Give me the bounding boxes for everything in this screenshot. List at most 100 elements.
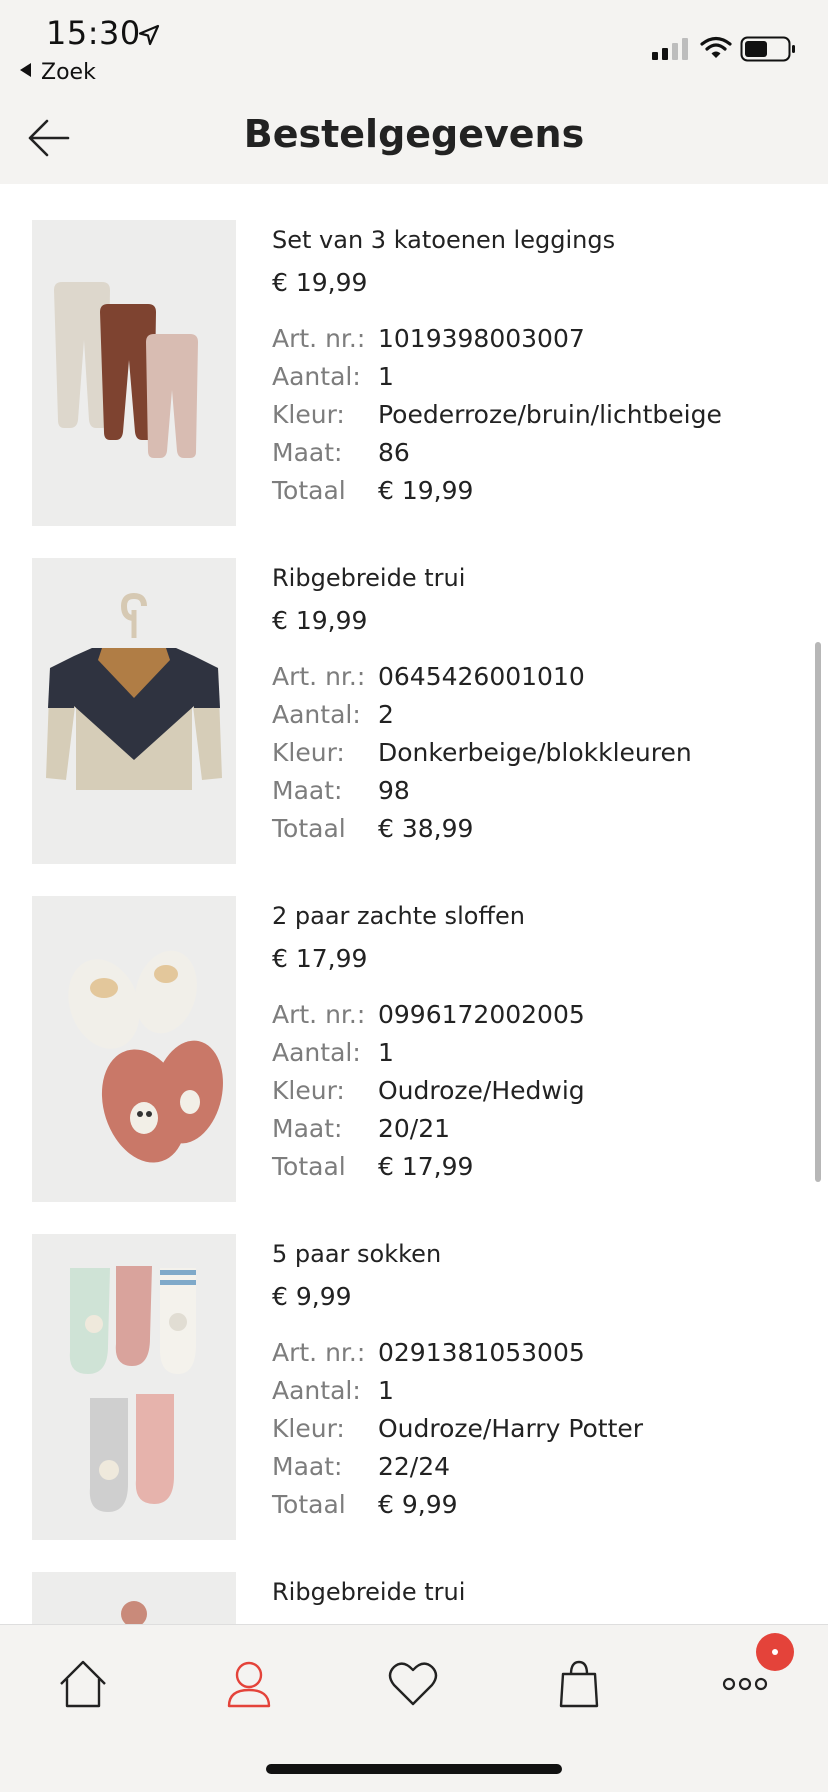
spec-label: Totaal bbox=[272, 814, 346, 843]
spec-color: Kleur: Donkerbeige/blokkleuren bbox=[272, 738, 692, 776]
spec-label: Maat: bbox=[272, 776, 343, 805]
account-icon bbox=[227, 1661, 271, 1708]
badge-dot-icon bbox=[772, 1649, 778, 1655]
spec-value: Poederroze/bruin/lichtbeige bbox=[378, 400, 722, 429]
spec-label: Maat: bbox=[272, 1114, 343, 1143]
spec-quantity: Aantal: 2 bbox=[272, 700, 692, 738]
spec-color: Kleur: Poederroze/bruin/lichtbeige bbox=[272, 400, 722, 438]
product-name[interactable]: 5 paar sokken bbox=[272, 1240, 441, 1268]
spec-value: Oudroze/Hedwig bbox=[378, 1076, 585, 1105]
spec-article-number: Art. nr.: 1019398003007 bbox=[272, 324, 722, 362]
shopping-bag-icon bbox=[559, 1660, 599, 1708]
spec-article-number: Art. nr.: 0996172002005 bbox=[272, 1000, 585, 1038]
heart-icon bbox=[388, 1662, 438, 1706]
location-arrow-icon bbox=[138, 24, 160, 46]
spec-size: Maat: 98 bbox=[272, 776, 692, 814]
product-image-socks[interactable] bbox=[32, 1234, 236, 1540]
spec-value: 0291381053005 bbox=[378, 1338, 585, 1367]
spec-value: € 38,99 bbox=[378, 814, 474, 843]
product-specs: Art. nr.: 0645426001010 Aantal: 2 Kleur: Do… bbox=[272, 662, 692, 852]
spec-total: Totaal € 17,99 bbox=[272, 1152, 585, 1190]
product-price: € 17,99 bbox=[272, 944, 368, 973]
tab-favourites[interactable] bbox=[378, 1649, 448, 1719]
order-item: Ribgebreide trui € 19,99 Art. nr.: 064542… bbox=[32, 558, 802, 864]
spec-article-number: Art. nr.: 0291381053005 bbox=[272, 1338, 643, 1376]
spec-total: Totaal € 38,99 bbox=[272, 814, 692, 852]
spec-quantity: Aantal: 1 bbox=[272, 1376, 643, 1414]
spec-size: Maat: 22/24 bbox=[272, 1452, 643, 1490]
spec-value: Donkerbeige/blokkleuren bbox=[378, 738, 692, 767]
spec-color: Kleur: Oudroze/Harry Potter bbox=[272, 1414, 643, 1452]
spec-value: 0645426001010 bbox=[378, 662, 585, 691]
product-price: € 19,99 bbox=[272, 606, 368, 635]
spec-article-number: Art. nr.: 0645426001010 bbox=[272, 662, 692, 700]
spec-value: € 19,99 bbox=[378, 476, 474, 505]
cellular-signal-icon bbox=[652, 38, 688, 60]
spec-value: 1019398003007 bbox=[378, 324, 585, 353]
tab-home[interactable] bbox=[48, 1649, 118, 1719]
status-time: 15:30 bbox=[46, 14, 141, 52]
spec-value: 2 bbox=[378, 700, 394, 729]
spec-value: 22/24 bbox=[378, 1452, 451, 1481]
spec-label: Aantal: bbox=[272, 1038, 361, 1067]
tab-shopping-bag[interactable] bbox=[544, 1649, 614, 1719]
spec-color: Kleur: Oudroze/Hedwig bbox=[272, 1076, 585, 1114]
back-to-app-label: Zoek bbox=[41, 60, 96, 85]
spec-label: Kleur: bbox=[272, 1076, 345, 1105]
notification-badge bbox=[756, 1633, 794, 1671]
spec-size: Maat: 20/21 bbox=[272, 1114, 585, 1152]
spec-value: 1 bbox=[378, 362, 394, 391]
spec-label: Kleur: bbox=[272, 400, 345, 429]
product-specs: Art. nr.: 0291381053005 Aantal: 1 Kleur: Ou… bbox=[272, 1338, 643, 1528]
spec-value: € 17,99 bbox=[378, 1152, 474, 1181]
product-price: € 19,99 bbox=[272, 268, 368, 297]
spec-value: 1 bbox=[378, 1376, 394, 1405]
spec-value: Oudroze/Harry Potter bbox=[378, 1414, 644, 1443]
spec-size: Maat: 86 bbox=[272, 438, 722, 476]
battery-icon bbox=[740, 36, 795, 62]
product-name[interactable]: Ribgebreide trui bbox=[272, 1578, 465, 1606]
top-bar: 15:30 Zoek Bestelgegevens bbox=[0, 0, 828, 184]
spec-label: Totaal bbox=[272, 1152, 346, 1181]
home-icon bbox=[60, 1660, 106, 1708]
home-indicator bbox=[266, 1764, 562, 1774]
product-name[interactable]: Set van 3 katoenen leggings bbox=[272, 226, 615, 254]
spec-label: Aantal: bbox=[272, 362, 361, 391]
spec-label: Maat: bbox=[272, 438, 343, 467]
spec-label: Aantal: bbox=[272, 700, 361, 729]
order-item: 5 paar sokken € 9,99 Art. nr.: 0291381053… bbox=[32, 1234, 802, 1540]
spec-value: 20/21 bbox=[378, 1114, 451, 1143]
product-image-sweater[interactable] bbox=[32, 558, 236, 864]
product-name[interactable]: 2 paar zachte sloffen bbox=[272, 902, 525, 930]
spec-label: Art. nr.: bbox=[272, 662, 366, 691]
product-price: € 9,99 bbox=[272, 1282, 352, 1311]
product-specs: Art. nr.: 1019398003007 Aantal: 1 Kleur: Po… bbox=[272, 324, 722, 514]
spec-total: Totaal € 19,99 bbox=[272, 476, 722, 514]
spec-total: Totaal € 9,99 bbox=[272, 1490, 643, 1528]
product-specs: Art. nr.: 0996172002005 Aantal: 1 Kleur: Ou… bbox=[272, 1000, 585, 1190]
spec-label: Art. nr.: bbox=[272, 1000, 366, 1029]
product-image-leggings[interactable] bbox=[32, 220, 236, 526]
spec-quantity: Aantal: 1 bbox=[272, 362, 722, 400]
spec-value: 86 bbox=[378, 438, 410, 467]
spec-value: 98 bbox=[378, 776, 410, 805]
page-title: Bestelgegevens bbox=[243, 112, 585, 156]
order-item: 2 paar zachte sloffen € 17,99 Art. nr.: 0… bbox=[32, 896, 802, 1202]
order-item: Set van 3 katoenen leggings € 19,99 Art.… bbox=[32, 220, 802, 526]
spec-quantity: Aantal: 1 bbox=[272, 1038, 585, 1076]
back-triangle-icon bbox=[20, 63, 31, 77]
product-image-slippers[interactable] bbox=[32, 896, 236, 1202]
wifi-icon bbox=[700, 36, 732, 58]
tab-account[interactable] bbox=[214, 1649, 284, 1719]
scrollbar[interactable] bbox=[815, 642, 821, 1182]
back-to-app-link[interactable]: Zoek bbox=[20, 60, 96, 85]
spec-value: € 9,99 bbox=[378, 1490, 458, 1519]
spec-label: Kleur: bbox=[272, 1414, 345, 1443]
spec-label: Kleur: bbox=[272, 738, 345, 767]
spec-label: Aantal: bbox=[272, 1376, 361, 1405]
product-name[interactable]: Ribgebreide trui bbox=[272, 564, 465, 592]
spec-value: 0996172002005 bbox=[378, 1000, 585, 1029]
spec-label: Maat: bbox=[272, 1452, 343, 1481]
spec-label: Totaal bbox=[272, 1490, 346, 1519]
spec-label: Totaal bbox=[272, 476, 346, 505]
